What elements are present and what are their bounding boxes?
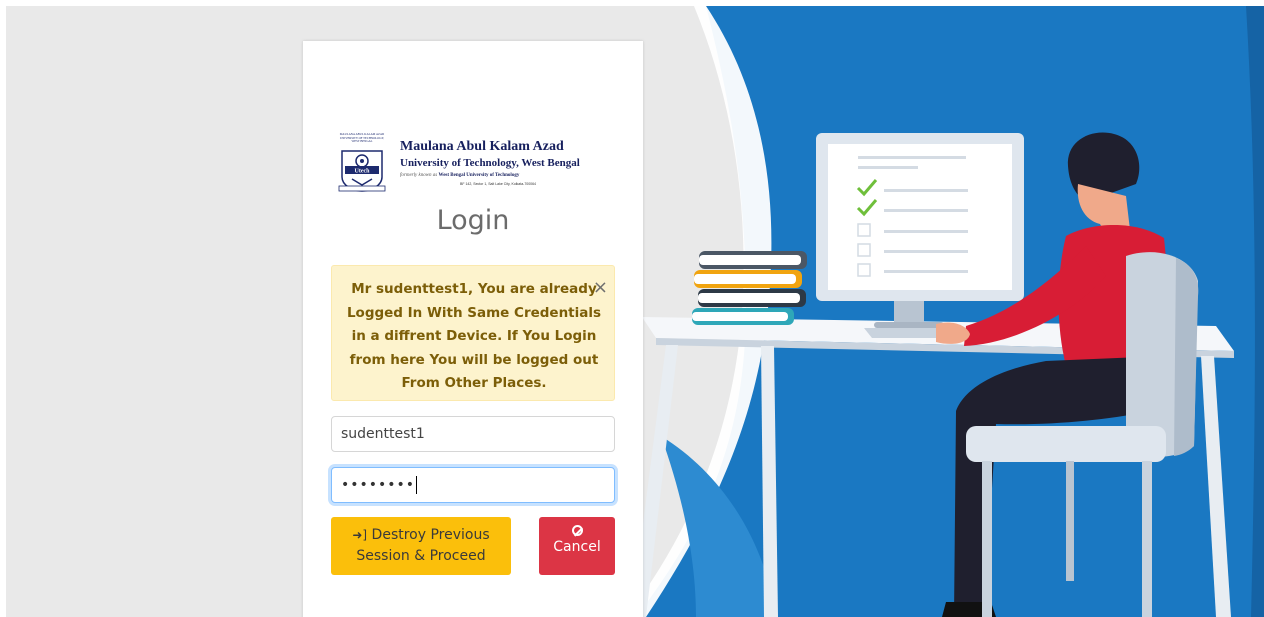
formerly-prefix: formerly known as [400,173,438,178]
screen-line-7 [884,270,968,273]
chair-leg-3 [1066,461,1074,581]
username-field[interactable]: sudenttest1 [331,416,615,452]
book-1-page [692,312,788,321]
sign-in-icon: ➜] [352,528,368,542]
session-warning-alert: Mr sudenttest1, You are already Logged I… [331,265,615,401]
screen-line-6 [884,250,968,253]
book-2-page [698,293,800,303]
destroy-session-button[interactable]: ➜] Destroy Previous Session & Proceed [331,517,511,575]
screen-line-4 [884,209,968,212]
screen-line-5 [884,230,968,233]
university-name-line2: University of Technology, West Bengal [400,157,580,169]
text-caret [416,476,418,494]
university-address: BF 142, Sector 1, Salt Lake City, Kolkat… [460,182,537,186]
monitor-stand [894,301,924,323]
password-mask: •••••••• [341,477,416,493]
screen-line-3 [884,189,968,192]
emblem-label: Utech [355,169,371,175]
screen-line-2 [858,166,918,169]
formerly-name: West Bengal University of Technology [438,173,520,178]
username-value: sudenttest1 [341,426,425,442]
screen-line-1 [858,156,966,159]
chair-leg-2 [1142,461,1152,617]
university-logo: Utech MAULANA ABUL KALAM AZAD UNIVERSITY… [336,132,606,193]
university-name-line1: Maulana Abul Kalam Azad [400,139,564,154]
keyboard [864,328,946,338]
ban-icon [571,525,583,536]
password-field[interactable]: •••••••• [331,467,615,503]
monitor-base [874,322,944,328]
book-3-page [694,274,796,284]
cancel-button[interactable]: Cancel [539,517,615,575]
close-icon[interactable]: × [593,279,608,297]
chair-seat [966,426,1166,462]
monitor-screen [828,144,1012,290]
alert-message: Mr sudenttest1, You are already Logged I… [346,281,602,391]
login-title: Login [436,205,510,236]
book-4-page [699,255,801,265]
chair-leg-1 [982,461,992,617]
emblem-caption: MAULANA ABUL KALAM AZAD UNIVERSITY OF TE… [339,132,385,143]
cancel-label: Cancel [553,539,601,555]
page-background: Utech MAULANA ABUL KALAM AZAD UNIVERSITY… [6,6,1264,617]
university-formerly: formerly known as West Bengal University… [400,173,519,178]
login-card: Utech MAULANA ABUL KALAM AZAD UNIVERSITY… [303,41,643,617]
destroy-session-label: Destroy Previous Session & Proceed [356,527,490,564]
